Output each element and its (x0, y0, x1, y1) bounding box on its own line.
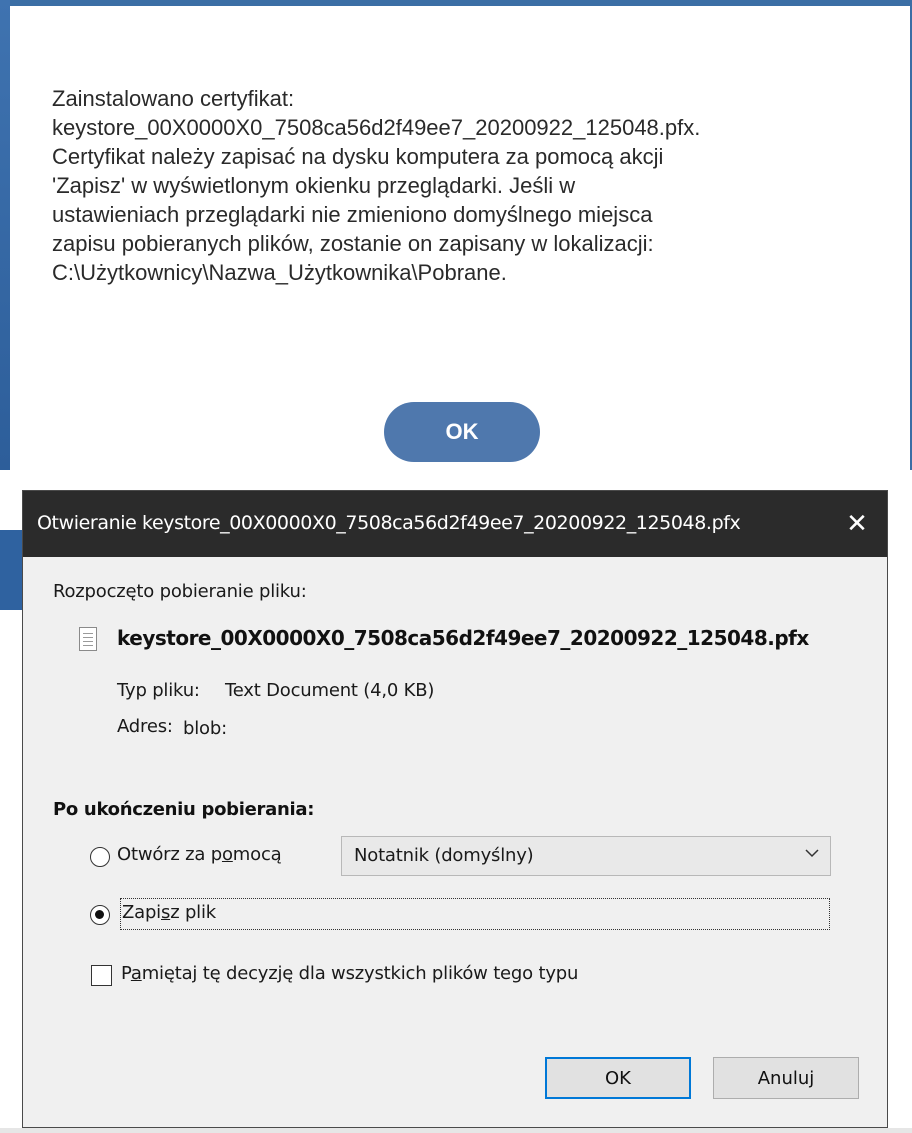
open-with-radio[interactable] (90, 847, 110, 867)
cancel-button[interactable]: Anuluj (713, 1057, 859, 1099)
dialog-ok-button[interactable]: OK (545, 1057, 691, 1099)
chevron-down-icon (804, 845, 820, 866)
remember-label[interactable]: Pamiętaj tę decyzję dla wszystkich plikó… (121, 963, 578, 984)
save-file-label[interactable]: Zapisz plik (122, 902, 216, 923)
after-download-title: Po ukończeniu pobierania: (53, 799, 315, 820)
certificate-installed-modal: Zainstalowano certyfikat: keystore_00X00… (10, 6, 910, 464)
file-name: keystore_00X0000X0_7508ca56d2f49ee7_2020… (117, 626, 809, 650)
background-page-bottom (0, 1128, 912, 1133)
open-with-select[interactable]: Notatnik (domyślny) (341, 836, 831, 876)
dialog-titlebar: Otwieranie keystore_00X0000X0_7508ca56d2… (23, 491, 887, 557)
download-started-label: Rozpoczęto pobieranie pliku: (53, 581, 307, 602)
background-page-left (0, 0, 10, 470)
address-label: Adres: (117, 716, 173, 737)
download-dialog: Otwieranie keystore_00X0000X0_7508ca56d2… (22, 490, 888, 1128)
save-file-radio[interactable] (90, 905, 110, 925)
file-type-value: Text Document (4,0 KB) (225, 680, 435, 701)
close-icon[interactable]: ✕ (827, 491, 887, 557)
dialog-title: Otwieranie keystore_00X0000X0_7508ca56d2… (37, 512, 741, 534)
file-type-label: Typ pliku: (117, 680, 200, 701)
open-with-selected: Notatnik (domyślny) (354, 845, 534, 866)
open-with-label[interactable]: Otwórz za pomocą (117, 844, 282, 865)
text-file-icon (79, 627, 97, 651)
modal-message: Zainstalowano certyfikat: keystore_00X00… (52, 86, 701, 285)
address-value: blob: (183, 718, 227, 739)
background-page-left-block (0, 530, 24, 610)
modal-ok-button[interactable]: OK (384, 402, 540, 462)
remember-checkbox[interactable] (91, 965, 112, 986)
save-file-focus (120, 898, 830, 930)
